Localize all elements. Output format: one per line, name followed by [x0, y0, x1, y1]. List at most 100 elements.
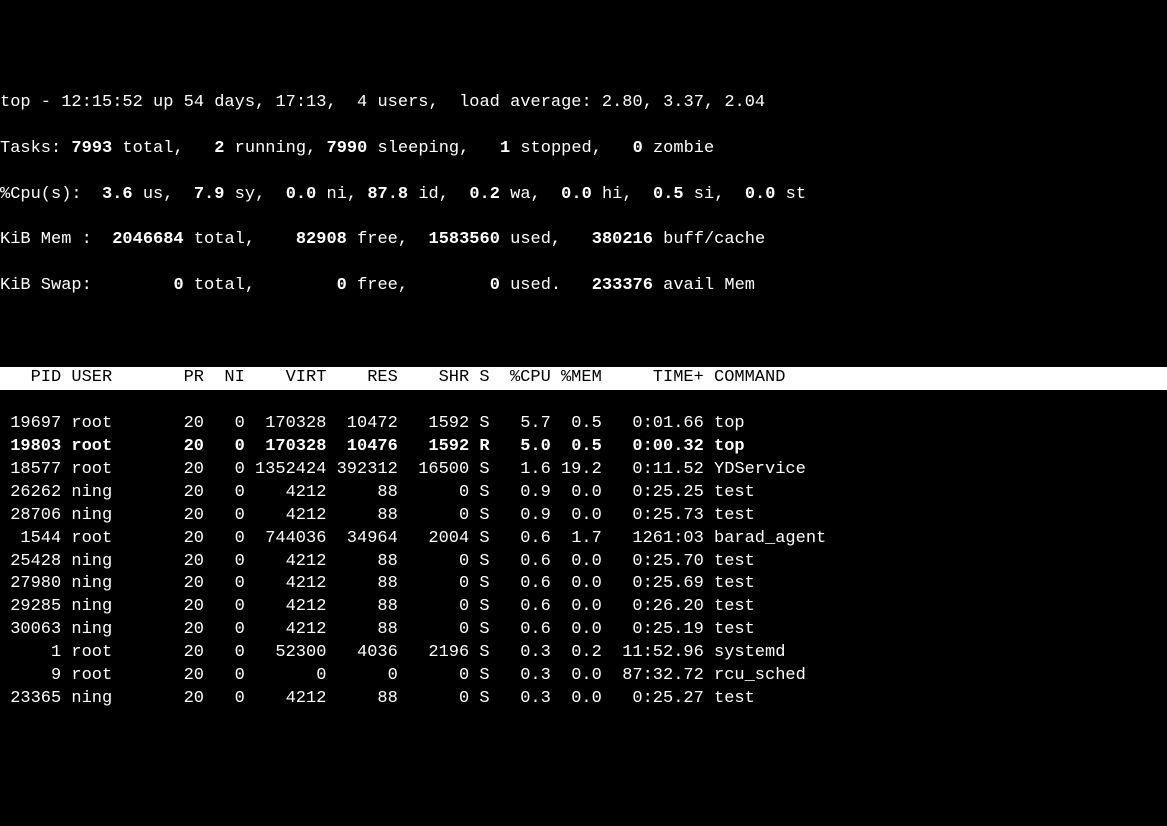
cell-mem: 0.0 — [551, 596, 602, 619]
cell-res: 88 — [326, 505, 397, 528]
cell-pr: 20 — [163, 459, 204, 482]
cell-cmd: test — [704, 596, 755, 619]
cell-pr: 20 — [163, 642, 204, 665]
cell-ni: 0 — [204, 665, 245, 688]
cell-time: 0:01.66 — [602, 413, 704, 436]
cell-ni: 0 — [204, 413, 245, 436]
cell-cmd: test — [704, 482, 755, 505]
cell-user: root — [61, 459, 163, 482]
cell-time: 0:11.52 — [602, 459, 704, 482]
cell-shr: 2004 — [398, 528, 469, 551]
cell-mem: 0.0 — [551, 551, 602, 574]
cell-ni: 0 — [204, 642, 245, 665]
cell-user: ning — [61, 688, 163, 711]
cell-pr: 20 — [163, 573, 204, 596]
cell-cmd: barad_agent — [704, 528, 826, 551]
tasks-line: Tasks: 7993 total, 2 running, 7990 sleep… — [0, 138, 1167, 161]
swap-line: KiB Swap: 0 total, 0 free, 0 used. 23337… — [0, 275, 1167, 298]
cell-time: 0:25.25 — [602, 482, 704, 505]
cell-ni: 0 — [204, 482, 245, 505]
cell-virt: 4212 — [245, 573, 327, 596]
process-header: PIDUSERPRNIVIRTRESSHRS%CPU%MEMTIME+COMMA… — [0, 367, 1167, 390]
cell-user: ning — [61, 596, 163, 619]
cell-res: 4036 — [326, 642, 397, 665]
table-row: 1544root200744036349642004S0.61.71261:03… — [0, 528, 1167, 551]
cpu-ni: 0.0 — [286, 185, 317, 204]
cell-s: S — [469, 642, 500, 665]
col-time: TIME+ — [602, 367, 704, 390]
t: buff/cache — [653, 230, 765, 249]
cell-cmd: YDService — [704, 459, 806, 482]
cell-virt: 170328 — [245, 436, 327, 459]
cell-shr: 0 — [398, 665, 469, 688]
cell-mem: 0.0 — [551, 665, 602, 688]
cell-time: 0:25.73 — [602, 505, 704, 528]
cell-time: 0:25.70 — [602, 551, 704, 574]
table-row: 9root200000S0.30.087:32.72rcu_sched — [0, 665, 1167, 688]
cell-virt: 4212 — [245, 482, 327, 505]
cell-ni: 0 — [204, 551, 245, 574]
uptime-line: top - 12:15:52 up 54 days, 17:13, 4 user… — [0, 92, 1167, 115]
cell-time: 1261:03 — [602, 528, 704, 551]
t: hi, — [592, 185, 653, 204]
cell-virt: 0 — [245, 665, 327, 688]
cell-mem: 0.5 — [551, 413, 602, 436]
cell-user: root — [61, 528, 163, 551]
t: used, — [500, 230, 592, 249]
cell-cmd: test — [704, 688, 755, 711]
cell-user: ning — [61, 482, 163, 505]
cell-pid: 29285 — [0, 596, 61, 619]
cell-ni: 0 — [204, 505, 245, 528]
mem-line: KiB Mem : 2046684 total, 82908 free, 158… — [0, 229, 1167, 252]
cell-s: S — [469, 551, 500, 574]
cell-pid: 19697 — [0, 413, 61, 436]
cell-res: 10472 — [326, 413, 397, 436]
cpu-sy: 7.9 — [194, 185, 225, 204]
cell-mem: 1.7 — [551, 528, 602, 551]
tasks-label: Tasks: — [0, 139, 71, 158]
cell-ni: 0 — [204, 528, 245, 551]
cell-cpu: 0.6 — [500, 596, 551, 619]
cell-res: 10476 — [326, 436, 397, 459]
cell-mem: 0.5 — [551, 436, 602, 459]
cell-res: 88 — [326, 573, 397, 596]
table-row: 23365ning2004212880S0.30.00:25.27test — [0, 688, 1167, 711]
t: sy, — [224, 185, 285, 204]
cell-cpu: 0.3 — [500, 688, 551, 711]
table-row: 27980ning2004212880S0.60.00:25.69test — [0, 573, 1167, 596]
cell-user: ning — [61, 551, 163, 574]
cpu-st: 0.0 — [745, 185, 776, 204]
cell-cmd: top — [704, 436, 745, 459]
cell-cpu: 0.9 — [500, 505, 551, 528]
cell-shr: 0 — [398, 505, 469, 528]
cell-res: 88 — [326, 619, 397, 642]
cell-pr: 20 — [163, 551, 204, 574]
cell-time: 87:32.72 — [602, 665, 704, 688]
cell-virt: 744036 — [245, 528, 327, 551]
t: si, — [684, 185, 745, 204]
cpu-hi: 0.0 — [561, 185, 592, 204]
mem-free: 82908 — [296, 230, 347, 249]
cell-time: 11:52.96 — [602, 642, 704, 665]
swap-total: 0 — [173, 276, 183, 295]
cell-shr: 0 — [398, 619, 469, 642]
cell-cpu: 0.6 — [500, 619, 551, 642]
cell-time: 0:25.69 — [602, 573, 704, 596]
cell-cpu: 5.0 — [500, 436, 551, 459]
cell-res: 88 — [326, 596, 397, 619]
cell-mem: 0.0 — [551, 573, 602, 596]
col-mem: %MEM — [551, 367, 602, 390]
cell-shr: 0 — [398, 551, 469, 574]
cell-res: 88 — [326, 688, 397, 711]
table-row: 26262ning2004212880S0.90.00:25.25test — [0, 482, 1167, 505]
cell-mem: 0.0 — [551, 482, 602, 505]
cell-cpu: 0.6 — [500, 528, 551, 551]
t: wa, — [500, 185, 561, 204]
cell-pid: 1544 — [0, 528, 61, 551]
cell-ni: 0 — [204, 619, 245, 642]
cell-virt: 4212 — [245, 688, 327, 711]
cell-res: 392312 — [326, 459, 397, 482]
cell-pid: 30063 — [0, 619, 61, 642]
cell-pid: 23365 — [0, 688, 61, 711]
cell-s: S — [469, 665, 500, 688]
